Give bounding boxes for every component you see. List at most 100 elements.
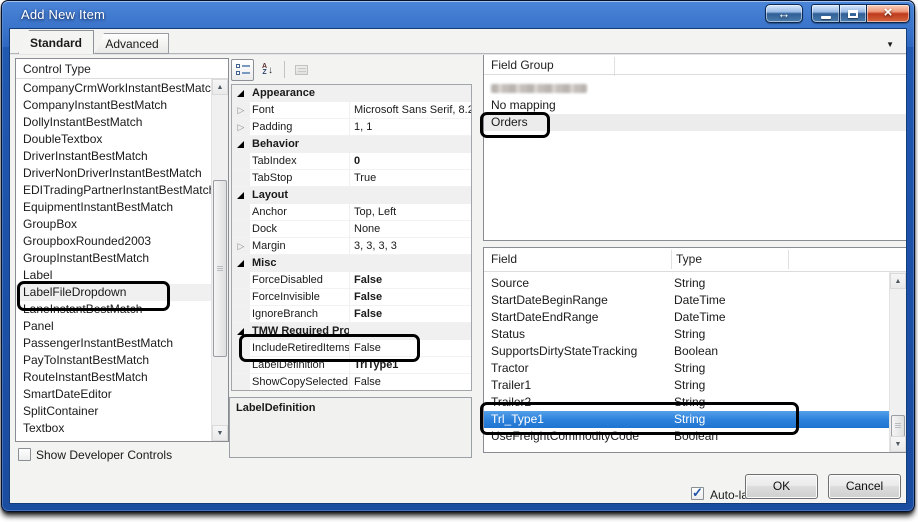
scrollbar-thumb[interactable] <box>213 180 227 357</box>
categorized-view-button[interactable] <box>231 59 254 81</box>
field-table-row[interactable]: StartDateEndRange DateTime <box>484 309 889 326</box>
field-table-row[interactable]: SupportsDirtyStateTracking Boolean <box>484 343 889 360</box>
property-value[interactable]: Microsoft Sans Serif, 8.25pt <box>350 102 471 118</box>
field-table-row[interactable]: StartDateBeginRange DateTime <box>484 292 889 309</box>
control-type-item[interactable]: GroupBox <box>16 216 211 233</box>
property-row[interactable]: Anchor Top, Left <box>232 204 471 221</box>
expand-triangle-icon[interactable]: ▷ <box>232 119 250 135</box>
field-table-row[interactable]: Trailer2 String <box>484 394 889 411</box>
collapse-triangle-icon[interactable] <box>232 323 250 340</box>
scroll-up-icon[interactable]: ▲ <box>890 273 906 289</box>
control-type-item[interactable]: Textbox <box>16 420 211 437</box>
property-row[interactable]: LabelDefinition TrlType1 <box>232 357 471 374</box>
property-row[interactable]: TabStop True <box>232 170 471 187</box>
property-row[interactable]: IncludeRetiredItems False <box>232 340 471 357</box>
control-type-item[interactable]: PassengerInstantBestMatch <box>16 335 211 352</box>
property-category-row[interactable]: Misc <box>232 255 471 272</box>
property-value[interactable]: TrlType1 <box>350 357 471 373</box>
control-type-item[interactable]: DoubleTextbox <box>16 131 211 148</box>
property-value[interactable]: False <box>350 272 471 288</box>
scroll-down-icon[interactable]: ▼ <box>212 425 228 441</box>
tab-standard[interactable]: Standard <box>18 30 94 54</box>
field-table-row[interactable]: Source String <box>484 275 889 292</box>
control-type-item[interactable]: SmartDateEditor <box>16 386 211 403</box>
field-table-header[interactable]: Field Type <box>484 248 906 272</box>
field-table-row[interactable]: Tractor String <box>484 360 889 377</box>
maximize-button[interactable] <box>839 4 867 23</box>
property-row[interactable]: ▷ Margin 3, 3, 3, 3 <box>232 238 471 255</box>
control-type-item[interactable]: LaneInstantBestMatch <box>16 301 211 318</box>
show-developer-controls-checkbox[interactable] <box>18 448 31 461</box>
property-value[interactable]: None <box>350 221 471 237</box>
property-value[interactable]: False <box>350 374 471 390</box>
control-type-column-header[interactable]: Control Type <box>16 59 228 79</box>
property-row[interactable]: TabIndex 0 <box>232 153 471 170</box>
property-category-row[interactable]: TMW Required Properties <box>232 323 471 340</box>
control-type-item[interactable]: PayToInstantBestMatch <box>16 352 211 369</box>
property-value[interactable]: False <box>350 289 471 305</box>
field-group-item[interactable] <box>484 80 906 97</box>
control-type-item[interactable]: CompanyInstantBestMatch <box>16 97 211 114</box>
property-row[interactable]: ForceDisabled False <box>232 272 471 289</box>
field-table-row[interactable]: Trailer1 String <box>484 377 889 394</box>
property-category-row[interactable]: Layout <box>232 187 471 204</box>
control-type-item[interactable]: Panel <box>16 318 211 335</box>
control-type-item[interactable]: DriverInstantBestMatch <box>16 148 211 165</box>
expand-triangle-icon[interactable]: ▷ <box>232 102 250 118</box>
expand-triangle-icon[interactable]: ▷ <box>232 238 250 254</box>
control-type-item[interactable]: RouteInstantBestMatch <box>16 369 211 386</box>
scroll-down-icon[interactable]: ▼ <box>890 436 906 452</box>
field-table-scrollbar[interactable]: ▲ ▼ <box>889 272 906 452</box>
property-row[interactable]: ShowCopySelected False <box>232 374 471 390</box>
control-type-item[interactable]: EquipmentInstantBestMatch <box>16 199 211 216</box>
type-column-header[interactable]: Type <box>676 252 702 266</box>
field-table-row[interactable]: Status String <box>484 326 889 343</box>
field-table-row[interactable]: Trl_Type1 String <box>484 411 889 428</box>
auto-label-checkbox[interactable] <box>691 485 704 501</box>
control-type-item[interactable]: DollyInstantBestMatch <box>16 114 211 131</box>
field-table-row[interactable]: UseFreightCommodityCode Boolean <box>484 428 889 445</box>
field-group-item[interactable]: Orders <box>484 114 906 131</box>
tab-advanced[interactable]: Advanced <box>95 33 169 54</box>
control-type-item[interactable]: GroupboxRounded2003 <box>16 233 211 250</box>
control-type-item[interactable]: Label <box>16 267 211 284</box>
collapse-triangle-icon[interactable] <box>232 85 250 102</box>
property-value[interactable]: 1, 1 <box>350 119 471 135</box>
property-category-row[interactable]: Behavior <box>232 136 471 153</box>
tab-list-dropdown-icon[interactable]: ▼ <box>886 40 894 49</box>
property-row[interactable]: Dock None <box>232 221 471 238</box>
property-category-row[interactable]: Appearance <box>232 85 471 102</box>
control-type-item[interactable]: CompanyCrmWorkInstantBestMatch <box>16 80 211 97</box>
property-value[interactable]: False <box>350 340 471 356</box>
property-value[interactable]: Top, Left <box>350 204 471 220</box>
field-group-item[interactable]: No mapping <box>484 97 906 114</box>
property-value[interactable]: False <box>350 306 471 322</box>
control-type-item[interactable]: GroupInstantBestMatch <box>16 250 211 267</box>
control-type-scrollbar[interactable]: ▲ ▼ <box>211 79 228 441</box>
control-type-item[interactable]: EDITradingPartnerInstantBestMatch <box>16 182 211 199</box>
property-value[interactable]: 0 <box>350 153 471 169</box>
ok-button[interactable]: OK <box>745 474 818 499</box>
collapse-triangle-icon[interactable] <box>232 255 250 272</box>
field-column-header[interactable]: Field <box>491 252 517 266</box>
scroll-up-icon[interactable]: ▲ <box>212 79 228 95</box>
alphabetical-view-button[interactable]: AZ ↓ <box>256 59 279 81</box>
property-value[interactable]: 3, 3, 3, 3 <box>350 238 471 254</box>
control-type-item[interactable]: SplitContainer <box>16 403 211 420</box>
property-row[interactable]: ForceInvisible False <box>232 289 471 306</box>
collapse-triangle-icon[interactable] <box>232 136 250 153</box>
control-type-item[interactable]: DriverNonDriverInstantBestMatch <box>16 165 211 182</box>
field-group-column-header[interactable]: Field Group <box>484 55 906 76</box>
cancel-button[interactable]: Cancel <box>828 474 901 499</box>
close-button[interactable]: × <box>867 4 910 23</box>
property-row[interactable]: ▷FontMicrosoft Sans Serif, 8.25pt <box>232 102 471 119</box>
minimize-button[interactable] <box>811 4 839 23</box>
scrollbar-thumb[interactable] <box>891 415 905 437</box>
title-bar[interactable]: Add New Item ↔ × <box>2 1 914 28</box>
property-row[interactable]: ▷ Padding 1, 1 <box>232 119 471 136</box>
property-value[interactable]: True <box>350 170 471 186</box>
flip-window-button[interactable]: ↔ <box>765 4 803 23</box>
collapse-triangle-icon[interactable] <box>232 187 250 204</box>
control-type-item[interactable]: LabelFileDropdown <box>16 284 211 301</box>
property-row[interactable]: IgnoreBranch False <box>232 306 471 323</box>
